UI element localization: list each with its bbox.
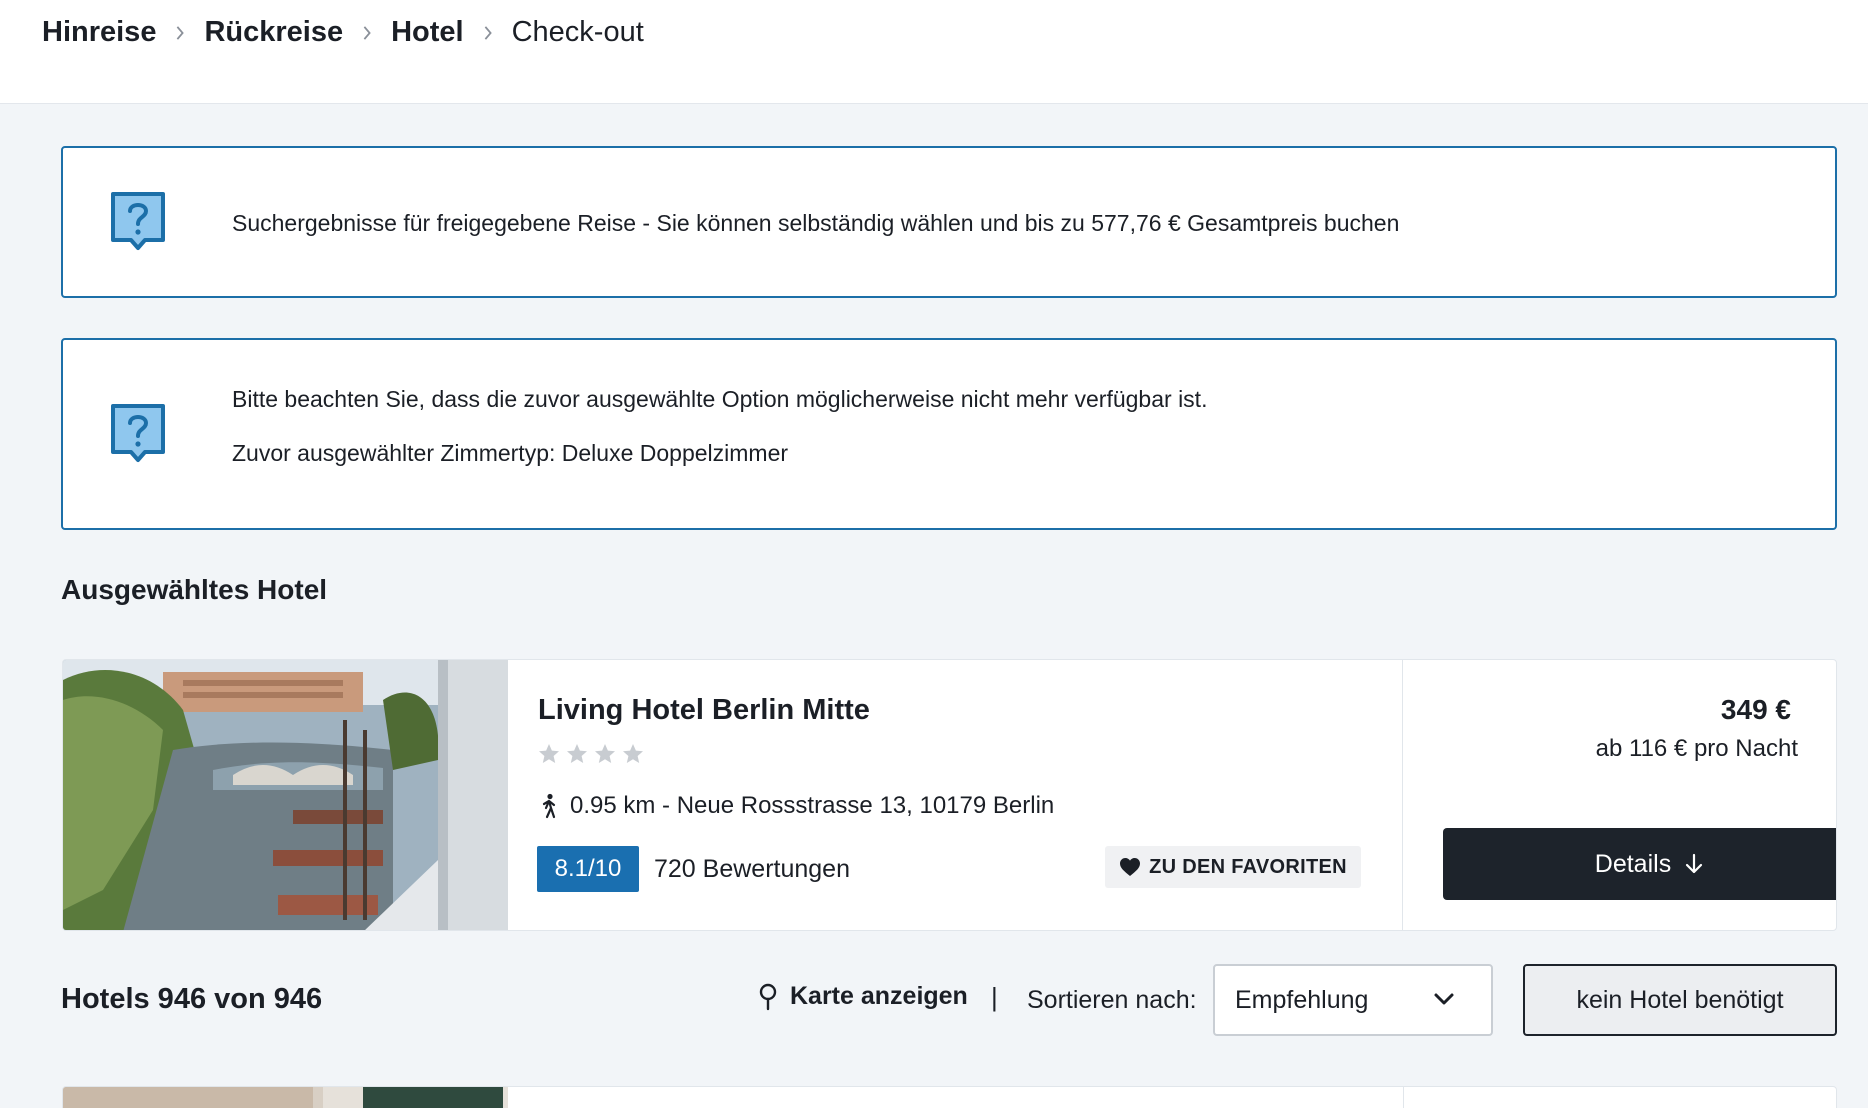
availability-notice-box: Bitte beachten Sie, dass die zuvor ausge… [61, 338, 1837, 530]
chevron-right-icon [343, 25, 391, 40]
no-hotel-needed-button[interactable]: kein Hotel benötigt [1523, 964, 1837, 1036]
hotel-name[interactable]: Living Hotel Berlin Mitte [538, 694, 870, 727]
hotel-photo[interactable] [63, 1087, 508, 1108]
address-text: Neue Rossstrasse 13, 10179 Berlin [676, 792, 1055, 819]
show-map-label: Karte anzeigen [790, 982, 968, 1010]
star-icon [567, 744, 587, 763]
sort-label: Sortieren nach: [1027, 986, 1197, 1014]
breadcrumb-item-checkout: Check-out [511, 16, 644, 48]
sort-select[interactable]: Empfehlung [1213, 964, 1493, 1036]
favorites-label: ZU DEN FAVORITEN [1149, 855, 1347, 878]
address-separator: - [655, 792, 677, 819]
distance-text: 0.95 km [570, 792, 656, 819]
chevron-right-icon [156, 25, 204, 40]
reviews-count[interactable]: 720 Bewertungen [654, 855, 850, 884]
breadcrumb-item-hinreise[interactable]: Hinreise [42, 16, 156, 49]
total-price: 349 € [1720, 694, 1791, 725]
chevron-right-icon [464, 25, 512, 40]
question-bubble-icon [111, 404, 165, 462]
card-divider [1403, 1087, 1404, 1108]
arrow-down-icon [1686, 853, 1703, 874]
star-icon [595, 744, 615, 763]
hotel-photo[interactable] [63, 660, 508, 931]
details-label: Details [1594, 849, 1672, 878]
search-notice-box: Suchergebnisse für freigegebene Reise - … [61, 146, 1837, 298]
rating-badge: 8.1/10 [537, 846, 639, 892]
star-rating [537, 742, 645, 766]
heart-icon [1120, 858, 1141, 876]
breadcrumb-item-rueckreise[interactable]: Rückreise [204, 16, 343, 49]
search-notice-text: Suchergebnisse für freigegebene Reise - … [232, 210, 1400, 236]
sort-value: Empfehlung [1235, 985, 1369, 1014]
section-title: Ausgewähltes Hotel [61, 574, 328, 605]
room-type-notice-text: Zuvor ausgewählter Zimmertyp: Deluxe Dop… [232, 440, 789, 466]
availability-notice-text: Bitte beachten Sie, dass die zuvor ausge… [232, 386, 1208, 412]
chevron-down-icon [1434, 993, 1454, 1005]
hotel-info: Living Hotel Berlin Mitte 0.95 km - Neue… [508, 660, 1403, 930]
breadcrumb: Hinreise Rückreise Hotel Check-out [0, 0, 1868, 104]
map-pin-icon [759, 983, 777, 1010]
price-panel: 349 € ab 116 € pro Nacht Details [1403, 660, 1836, 930]
show-map-link[interactable]: Karte anzeigen [758, 982, 968, 1011]
toolbar-separator: | [991, 982, 998, 1012]
question-bubble-icon [111, 192, 165, 250]
walking-person-icon [542, 793, 556, 819]
details-button[interactable]: Details [1443, 828, 1836, 900]
price-per-night: ab 116 € pro Nacht [1595, 735, 1798, 762]
hotel-card [62, 1086, 1837, 1108]
add-to-favorites-button[interactable]: ZU DEN FAVORITEN [1105, 846, 1361, 888]
star-icon [539, 744, 559, 763]
breadcrumb-item-hotel[interactable]: Hotel [391, 16, 464, 49]
results-count: Hotels 946 von 946 [61, 983, 323, 1015]
distance-address: 0.95 km - Neue Rossstrasse 13, 10179 Ber… [538, 792, 1054, 820]
hotel-card: Living Hotel Berlin Mitte 0.95 km - Neue… [62, 659, 1837, 931]
star-icon [623, 744, 643, 763]
